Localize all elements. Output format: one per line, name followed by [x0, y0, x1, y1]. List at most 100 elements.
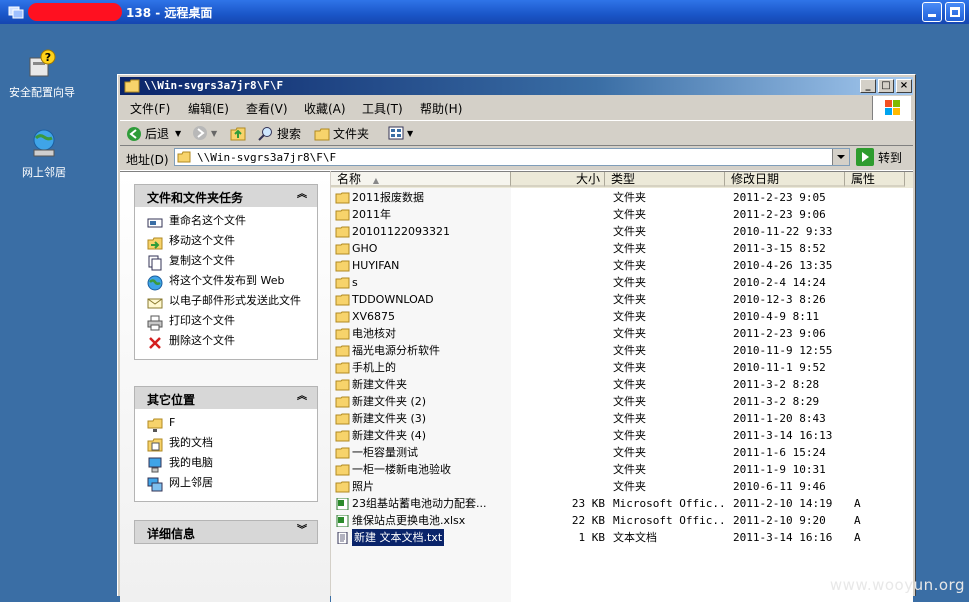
folder-icon — [335, 277, 350, 288]
file-row[interactable]: 新建文件夹 文件夹 2011-3-2 8:28 — [331, 376, 913, 393]
file-row[interactable]: 新建文件夹 (3) 文件夹 2011-1-20 8:43 — [331, 410, 913, 427]
views-button[interactable]: ▼ — [388, 125, 413, 141]
column-header-attr[interactable]: 属性 — [845, 172, 905, 187]
folder-icon — [335, 328, 350, 339]
file-name: TDDOWNLOAD — [352, 293, 434, 306]
task-label: 移动这个文件 — [169, 234, 235, 247]
place-f-drive[interactable]: F — [135, 415, 317, 435]
collapse-chevron-icon[interactable]: ︽ — [295, 188, 309, 202]
file-row[interactable]: 2011年 文件夹 2011-2-23 9:06 — [331, 206, 913, 223]
file-size: 23 KB — [571, 497, 605, 510]
maximize-button[interactable] — [945, 2, 965, 22]
file-row[interactable]: HUYIFAN 文件夹 2010-4-26 13:35 — [331, 257, 913, 274]
file-row[interactable]: 维保站点更换电池.xlsx 22 KB Microsoft Offic... 2011… — [331, 512, 913, 529]
up-folder-button[interactable] — [230, 125, 249, 141]
menu-favorites[interactable]: 收藏(A) — [304, 100, 346, 117]
file-row[interactable]: 手机上的 文件夹 2010-11-1 9:52 — [331, 359, 913, 376]
file-name: 新建文件夹 (3) — [352, 412, 427, 425]
task-publish-web[interactable]: 将这个文件发布到 Web — [135, 273, 317, 293]
file-tasks-header[interactable]: 文件和文件夹任务 ︽ — [134, 184, 318, 207]
details-header[interactable]: 详细信息 ︾ — [134, 520, 318, 544]
task-move[interactable]: 移动这个文件 — [135, 233, 317, 253]
file-row[interactable]: 一柜一楼新电池验收 文件夹 2011-1-9 10:31 — [331, 461, 913, 478]
explorer-close-button[interactable]: × — [896, 79, 912, 93]
file-type: Microsoft Offic... — [613, 497, 723, 510]
collapse-chevron-icon[interactable]: ︽ — [295, 390, 309, 404]
menu-tools[interactable]: 工具(T) — [362, 100, 403, 117]
task-copy[interactable]: 复制这个文件 — [135, 253, 317, 273]
address-input[interactable]: \\Win-svgrs3a7jr8\F\F — [174, 148, 850, 166]
forward-dropdown-icon[interactable]: ▼ — [211, 129, 217, 138]
file-name-cell: 20101122093321 — [335, 223, 509, 240]
search-icon — [258, 126, 272, 141]
file-date: 2010-11-1 9:52 — [733, 361, 826, 374]
desktop-icon-network-places[interactable]: 网上邻居 — [8, 128, 80, 179]
minimize-button[interactable] — [922, 2, 942, 22]
file-name: 一柜容量测试 — [352, 446, 418, 459]
file-type: 文本文档 — [613, 531, 657, 544]
windows-flag-icon — [885, 100, 900, 115]
folder-icon — [335, 362, 350, 373]
file-date: 2011-2-10 9:20 — [733, 514, 826, 527]
column-header-size[interactable]: 大小 — [511, 172, 605, 187]
file-type: 文件夹 — [613, 361, 646, 374]
file-row[interactable]: 23组基站蓄电池动力配套... 23 KB Microsoft Offic... 20… — [331, 495, 913, 512]
file-date: 2011-3-14 16:16 — [733, 531, 833, 544]
task-rename[interactable]: 重命名这个文件 — [135, 213, 317, 233]
place-my-documents[interactable]: 我的文档 — [135, 435, 317, 455]
file-row[interactable]: XV6875 文件夹 2010-4-9 8:11 — [331, 308, 913, 325]
column-header-date[interactable]: 修改日期 — [725, 172, 845, 187]
file-row[interactable]: 新建文件夹 (4) 文件夹 2011-3-14 16:13 — [331, 427, 913, 444]
menu-help[interactable]: 帮助(H) — [420, 100, 462, 117]
task-print[interactable]: 打印这个文件 — [135, 313, 317, 333]
file-date: 2010-4-9 8:11 — [733, 310, 820, 323]
explorer-maximize-button[interactable]: □ — [878, 79, 894, 93]
file-row[interactable]: 电池核对 文件夹 2011-2-23 9:06 — [331, 325, 913, 342]
back-button[interactable]: 后退 ▼ — [126, 125, 181, 142]
file-row[interactable]: GHO 文件夹 2011-3-15 8:52 — [331, 240, 913, 257]
file-row[interactable]: 一柜容量测试 文件夹 2011-1-6 15:24 — [331, 444, 913, 461]
task-delete[interactable]: 删除这个文件 — [135, 333, 317, 353]
file-date: 2011-3-15 8:52 — [733, 242, 826, 255]
copy-icon — [148, 255, 162, 271]
file-row[interactable]: 新建 文本文档.txt 1 KB 文本文档 2011-3-14 16:16 A — [331, 529, 913, 546]
file-name: 照片 — [352, 480, 374, 493]
desktop-icon-security-wizard[interactable]: ? 安全配置向导 — [6, 48, 78, 99]
file-row[interactable]: 20101122093321 文件夹 2010-11-22 9:33 — [331, 223, 913, 240]
views-dropdown-icon[interactable]: ▼ — [407, 129, 413, 138]
column-header-type[interactable]: 类型 — [605, 172, 725, 187]
menu-file[interactable]: 文件(F) — [130, 100, 170, 117]
expand-chevron-icon[interactable]: ︾ — [295, 524, 309, 538]
task-email[interactable]: 以电子邮件形式发送此文件 — [135, 293, 317, 313]
go-button[interactable]: 转到 — [856, 148, 902, 166]
file-name: 一柜一楼新电池验收 — [352, 463, 451, 476]
file-row[interactable]: 2011报废数据 文件夹 2011-2-23 9:05 — [331, 189, 913, 206]
menu-view[interactable]: 查看(V) — [246, 100, 288, 117]
watermark: www.wooyun.org — [829, 576, 965, 594]
place-network-places[interactable]: 网上邻居 — [135, 475, 317, 495]
delete-x-icon — [149, 337, 161, 349]
file-name-cell: 维保站点更换电池.xlsx — [335, 512, 509, 529]
place-my-computer[interactable]: 我的电脑 — [135, 455, 317, 475]
search-button[interactable]: 搜索 — [258, 125, 301, 142]
other-places-header[interactable]: 其它位置 ︽ — [134, 386, 318, 409]
forward-button[interactable]: ▼ — [192, 125, 217, 141]
file-name-cell: 新建 文本文档.txt — [335, 529, 509, 546]
file-name: 新建 文本文档.txt — [350, 529, 446, 546]
file-row[interactable]: 照片 文件夹 2010-6-11 9:46 — [331, 478, 913, 495]
file-row[interactable]: TDDOWNLOAD 文件夹 2010-12-3 8:26 — [331, 291, 913, 308]
file-date: 2011-2-23 9:06 — [733, 327, 826, 340]
folder-icon — [335, 260, 350, 271]
menu-edit[interactable]: 编辑(E) — [188, 100, 229, 117]
file-row[interactable]: 新建文件夹 (2) 文件夹 2011-3-2 8:29 — [331, 393, 913, 410]
file-type: 文件夹 — [613, 344, 646, 357]
file-row[interactable]: s 文件夹 2010-2-4 14:24 — [331, 274, 913, 291]
folders-button[interactable]: 文件夹 — [314, 125, 369, 142]
file-row[interactable]: 福光电源分析软件 文件夹 2010-11-9 12:55 — [331, 342, 913, 359]
back-arrow-icon — [127, 126, 141, 141]
column-header-name[interactable]: 名称 ▲ — [331, 172, 511, 187]
back-dropdown-icon[interactable]: ▼ — [175, 129, 181, 138]
explorer-minimize-button[interactable]: _ — [860, 79, 876, 93]
address-dropdown-button[interactable] — [832, 149, 849, 165]
file-name-cell: HUYIFAN — [335, 257, 509, 274]
